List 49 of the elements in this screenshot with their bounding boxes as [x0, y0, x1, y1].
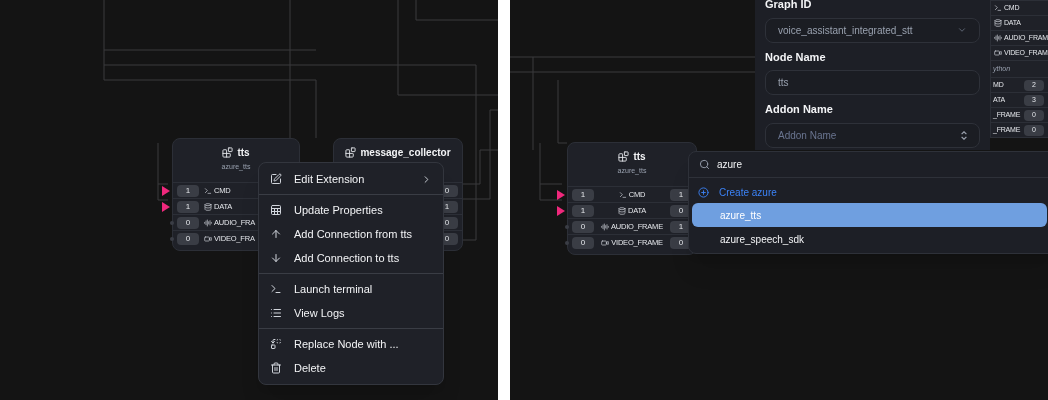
blocks-icon: [618, 151, 630, 162]
replace-icon: [270, 338, 282, 350]
video-camera-icon: [204, 234, 212, 243]
node-title: tts: [633, 150, 646, 164]
waveform-icon: [994, 34, 1002, 42]
combobox-field[interactable]: Addon Name: [765, 122, 980, 148]
port-count: 1: [177, 184, 199, 197]
plus-circle-icon: [698, 186, 709, 198]
port-count: 0: [177, 216, 199, 229]
trash-icon: [270, 362, 282, 374]
edit-icon: [270, 173, 282, 185]
field-label: Node Name: [765, 49, 827, 65]
arrow-down-icon: [270, 252, 282, 264]
database-icon: [617, 206, 626, 215]
port-count: 1: [177, 200, 199, 213]
search-icon: [699, 159, 710, 170]
menu-item[interactable]: Replace Node with ...: [259, 332, 443, 356]
port-count: 0: [572, 236, 594, 249]
blocks-icon: [345, 147, 357, 158]
terminal-icon: [204, 186, 212, 195]
search-field[interactable]: azure: [717, 157, 742, 172]
video-camera-icon: [994, 49, 1002, 57]
terminal-icon: [618, 190, 627, 199]
port-count: 0: [177, 232, 199, 245]
arrow-up-icon: [270, 228, 282, 240]
menu-item[interactable]: Delete: [259, 356, 443, 380]
terminal-icon: [270, 283, 282, 295]
menu-item[interactable]: Launch terminal: [259, 277, 443, 301]
database-icon: [204, 202, 212, 211]
terminal-icon: [994, 4, 1002, 12]
field-label: Graph ID: [765, 0, 813, 12]
input-field[interactable]: tts: [765, 70, 980, 95]
port-count: 1: [572, 204, 594, 217]
select-field[interactable]: voice_assistant_integrated_stt: [765, 17, 980, 43]
chevron-down-icon: [957, 25, 967, 35]
up-down-icon: [961, 130, 967, 140]
port-count: 0: [572, 220, 594, 233]
field-label: Addon Name: [765, 102, 834, 117]
waveform-icon: [204, 218, 212, 227]
database-icon: [994, 19, 1002, 27]
video-camera-icon: [601, 238, 610, 247]
blocks-icon: [222, 147, 234, 158]
list-icon: [270, 307, 282, 319]
menu-item[interactable]: View Logs: [259, 301, 443, 325]
table-icon: [270, 204, 282, 216]
port-count: 1: [572, 188, 594, 201]
waveform-icon: [601, 222, 609, 231]
node-title: message_collector: [360, 146, 451, 160]
node-title: tts: [237, 146, 250, 160]
